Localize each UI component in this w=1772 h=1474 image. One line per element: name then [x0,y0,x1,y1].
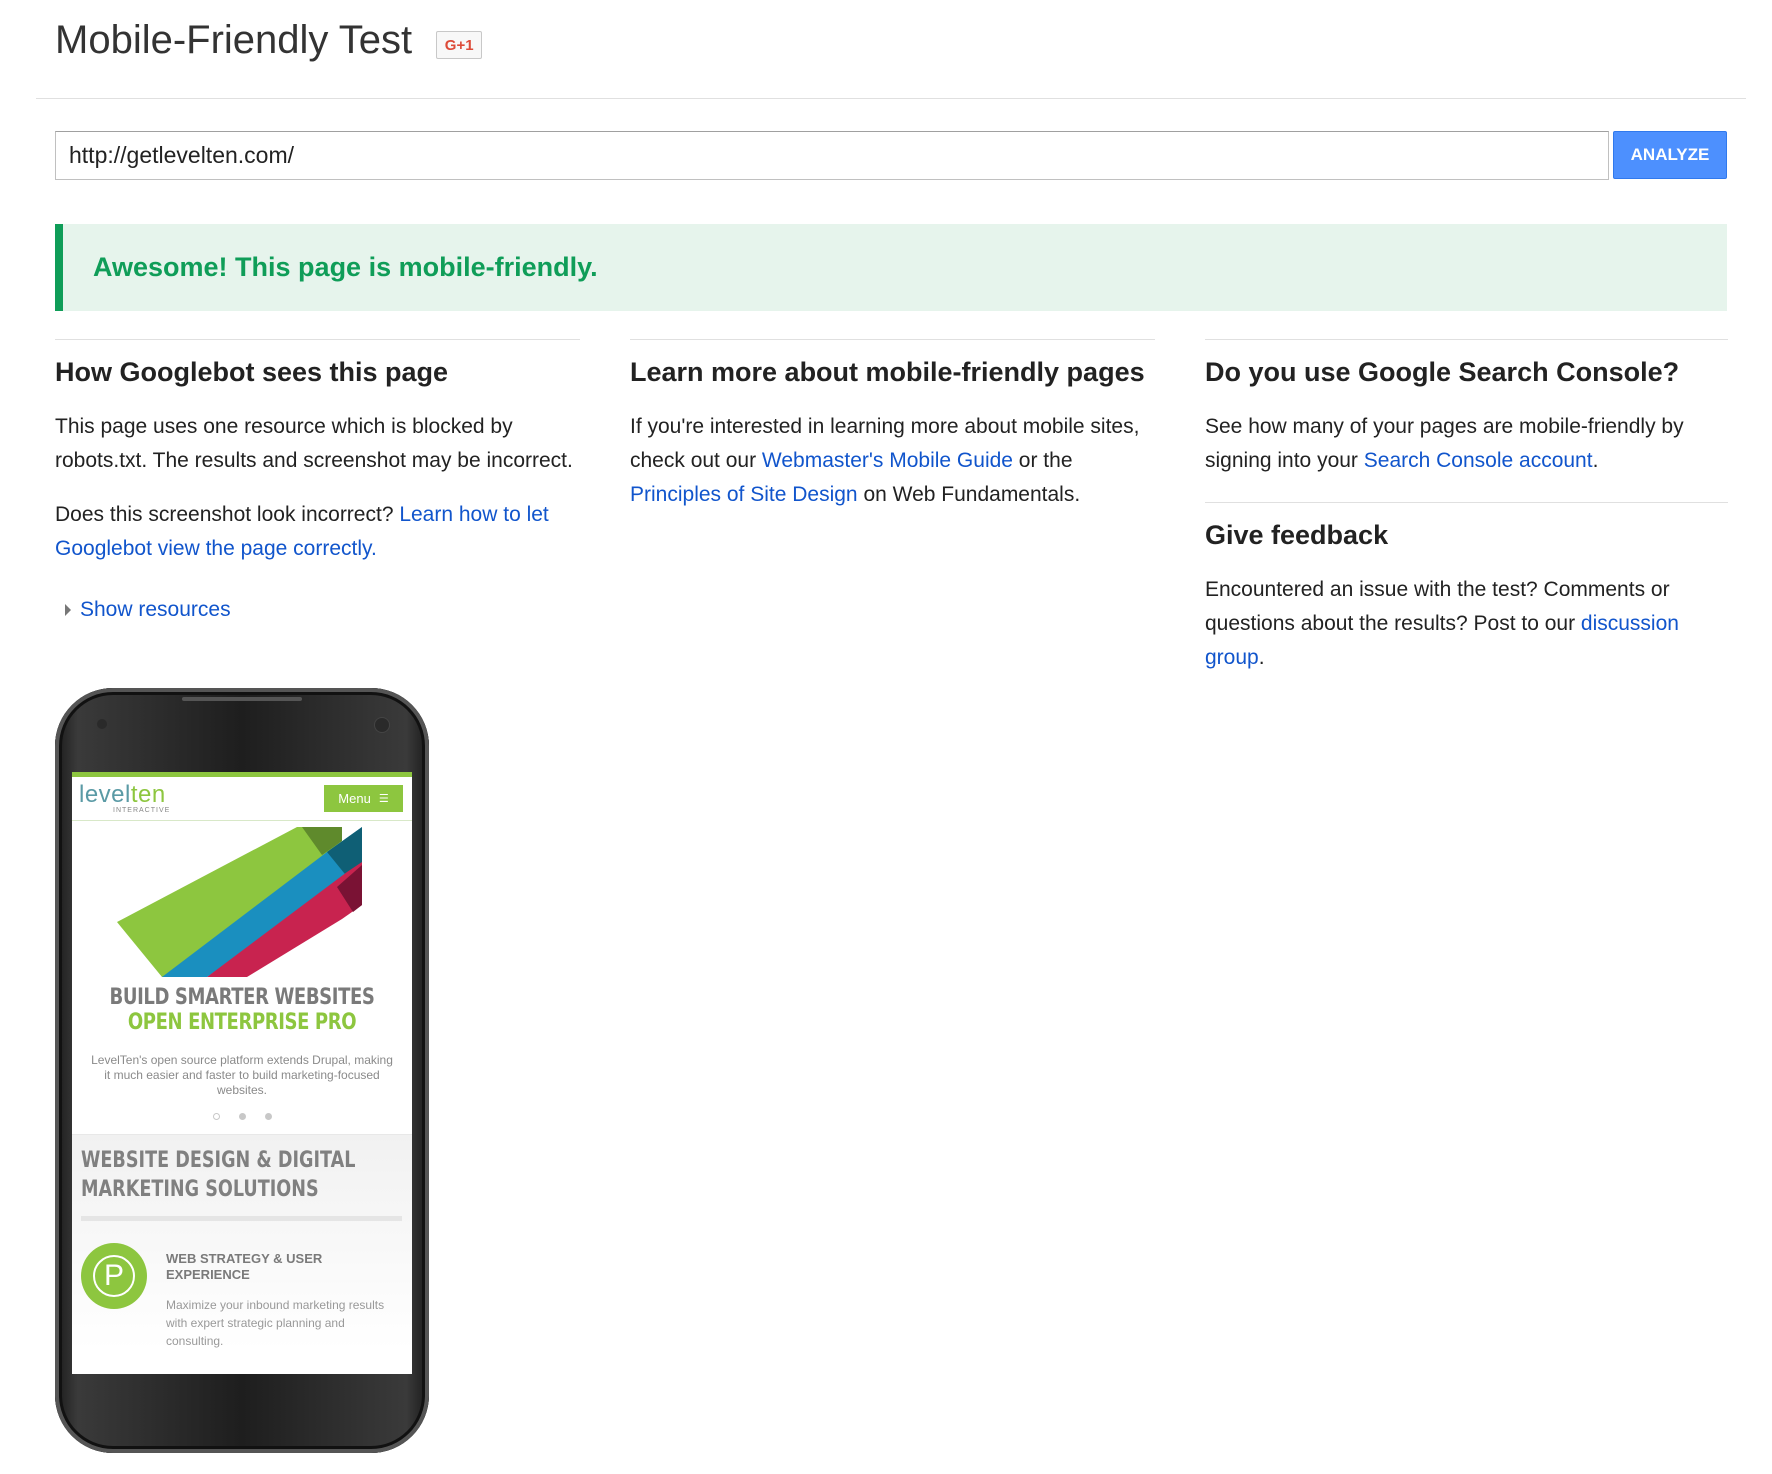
analyze-button[interactable]: ANALYZE [1613,131,1727,179]
feedback-text: Encountered an issue with the test? Comm… [1205,573,1728,675]
googlebot-blocked-text: This page uses one resource which is blo… [55,415,573,473]
learn-more-middle: or the [1012,449,1073,473]
learn-more-text: If you're interested in learning more ab… [630,410,1155,512]
learn-more-heading: Learn more about mobile-friendly pages [630,357,1145,387]
googlebot-help-prefix: Does this screenshot look incorrect? [55,503,400,527]
page: Mobile-Friendly Test G+1 ANALYZE Awesome… [0,0,1772,1474]
services-block: WEBSITE DESIGN & DIGITAL MARKETING SOLUT… [72,1134,412,1350]
hero-title: BUILD SMARTER WEBSITES [109,985,375,1010]
logo-level: level [79,781,131,808]
googlebot-heading: How Googlebot sees this page [55,357,449,387]
triangle-right-icon [65,604,71,617]
phone-sensor [97,719,107,729]
services-title-line-2: MARKETING SOLUTIONS [81,1177,319,1202]
slider-dot [264,1113,272,1120]
learn-more-suffix: on Web Fundamentals. [857,483,1081,507]
googlebot-help-text: Does this screenshot look incorrect? Lea… [55,498,580,566]
service-description: Maximize your inbound marketing results … [166,1298,385,1348]
search-console-link[interactable]: Search Console account [1364,449,1593,472]
service-badge-letter: P [93,1255,135,1297]
menu-label: Menu [338,791,371,806]
search-console-suffix: . [1592,449,1599,473]
strategy-badge-icon: P [81,1243,147,1309]
logo-ten: ten [130,781,166,808]
service-title: WEB STRATEGY & USER EXPERIENCE [166,1251,323,1282]
page-header: Mobile-Friendly Test G+1 [55,0,483,80]
url-form: ANALYZE [55,131,1727,180]
search-console-text: See how many of your pages are mobile-fr… [1205,410,1728,478]
result-message: Awesome! This page is mobile-friendly. [93,252,598,282]
services-divider [81,1216,402,1221]
service-item: P WEB STRATEGY & USER EXPERIENCE Maximiz… [81,1243,402,1350]
service-body: WEB STRATEGY & USER EXPERIENCE Maximize … [166,1243,402,1350]
site-design-link[interactable]: Principles of Site Design [630,483,858,506]
google-plus-one-button[interactable]: G+1 [436,31,483,59]
site-header: levelten INTERACTIVE Menu ☰ [72,777,412,821]
logo-subtitle: INTERACTIVE [113,807,171,814]
menu-icon: ☰ [378,793,389,805]
site-menu-button: Menu ☰ [324,785,403,812]
slider-dots [72,1113,412,1120]
hero-chevron-graphic [117,827,362,977]
header-divider [36,98,1746,99]
feedback-suffix: . [1258,646,1265,670]
slider-dot [212,1113,220,1120]
services-title-line-1: WEBSITE DESIGN & DIGITAL [81,1148,356,1173]
feedback-heading: Give feedback [1205,520,1389,551]
hero-description: LevelTen's open source platform extends … [91,1053,393,1097]
show-resources-label: Show resources [80,598,231,622]
googlebot-section: How Googlebot sees this page This page u… [55,339,580,622]
levelten-logo: levelten INTERACTIVE [79,783,171,815]
search-console-section: Do you use Google Search Console? See ho… [1205,339,1728,675]
phone-speaker [182,697,302,701]
hero-subtitle: OPEN ENTERPRISE PRO [127,1010,357,1035]
phone-preview: levelten INTERACTIVE Menu ☰ BUILD SMARTE… [55,688,429,1453]
result-banner: Awesome! This page is mobile-friendly. [55,224,1727,311]
mobile-guide-link[interactable]: Webmaster's Mobile Guide [762,449,1013,472]
googlebot-help-suffix: . [370,537,377,561]
phone-camera-icon [375,718,389,732]
logo-wordmark: levelten [79,783,170,807]
url-input[interactable] [55,131,1609,180]
phone-screen: levelten INTERACTIVE Menu ☰ BUILD SMARTE… [72,772,412,1374]
show-resources-toggle[interactable]: Show resources [65,598,580,622]
slider-dot [238,1113,246,1120]
learn-more-section: Learn more about mobile-friendly pages I… [630,339,1155,512]
search-console-heading: Do you use Google Search Console? [1205,357,1680,387]
page-title: Mobile-Friendly Test [55,18,413,62]
